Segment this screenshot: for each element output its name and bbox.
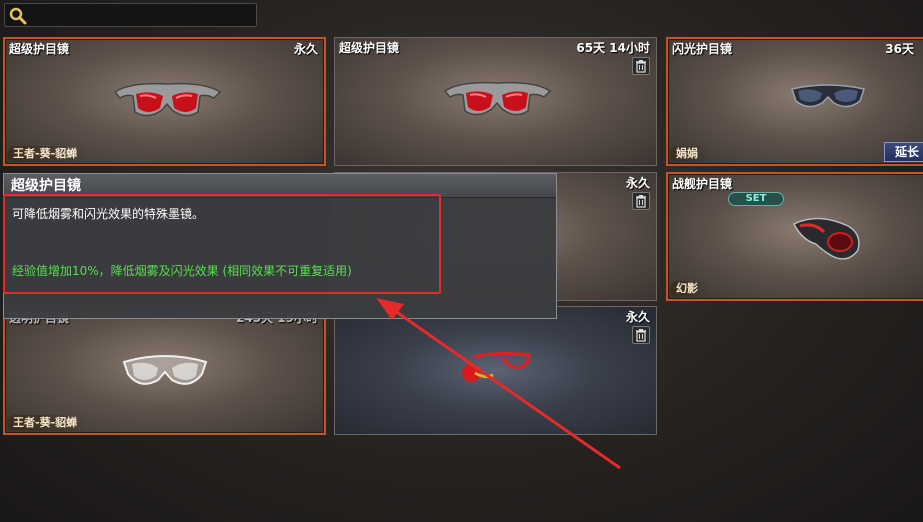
delete-button[interactable] (632, 192, 650, 210)
delete-button[interactable] (632, 57, 650, 75)
trash-icon (636, 195, 646, 208)
set-badge: SET (728, 192, 784, 206)
item-card[interactable]: 透明护目镜 245天 19小时 王者-葵-貂蝉 (3, 306, 326, 435)
card-owner: 幻影 (670, 281, 708, 297)
goggles-icon (792, 217, 860, 260)
item-card[interactable]: 超级护目镜 永久 王者-葵-貂蝉 (3, 37, 326, 166)
card-title: 超级护目镜 (9, 42, 70, 56)
goggles-icon (443, 81, 552, 116)
goggles-icon (122, 355, 208, 385)
search-input[interactable] (31, 6, 253, 24)
item-card[interactable]: 战舰护目镜 SET 幻影 (666, 172, 923, 301)
card-duration: 永久 (293, 42, 318, 56)
delete-button[interactable] (632, 326, 650, 344)
card-owner: 王者-葵-貂蝉 (7, 415, 88, 431)
annotation-highlight-box (3, 194, 441, 294)
card-title: 战舰护目镜 (672, 177, 733, 191)
goggles-icon (462, 351, 531, 382)
card-duration: 永久 (625, 176, 650, 190)
search-bar[interactable] (4, 3, 257, 27)
item-card[interactable]: 超级护目镜 65天 14小时 (334, 37, 657, 166)
goggles-icon (791, 84, 865, 108)
card-duration: 永久 (625, 310, 650, 324)
goggles-icon (113, 82, 222, 117)
trash-icon (636, 329, 646, 342)
card-duration: 65天 14小时 (576, 41, 650, 55)
card-title: 超级护目镜 (339, 41, 400, 55)
extend-button[interactable]: 延长 (884, 142, 923, 162)
item-card[interactable]: 永久 (334, 306, 657, 435)
card-title: 闪光护目镜 (672, 42, 733, 56)
item-card[interactable]: 闪光护目镜 36天 娟娟 延长 (666, 37, 923, 166)
search-icon (9, 7, 27, 25)
card-owner: 王者-葵-貂蝉 (7, 146, 88, 162)
trash-icon (636, 60, 646, 73)
card-duration: 36天 (885, 42, 914, 56)
card-owner: 娟娟 (670, 146, 708, 162)
